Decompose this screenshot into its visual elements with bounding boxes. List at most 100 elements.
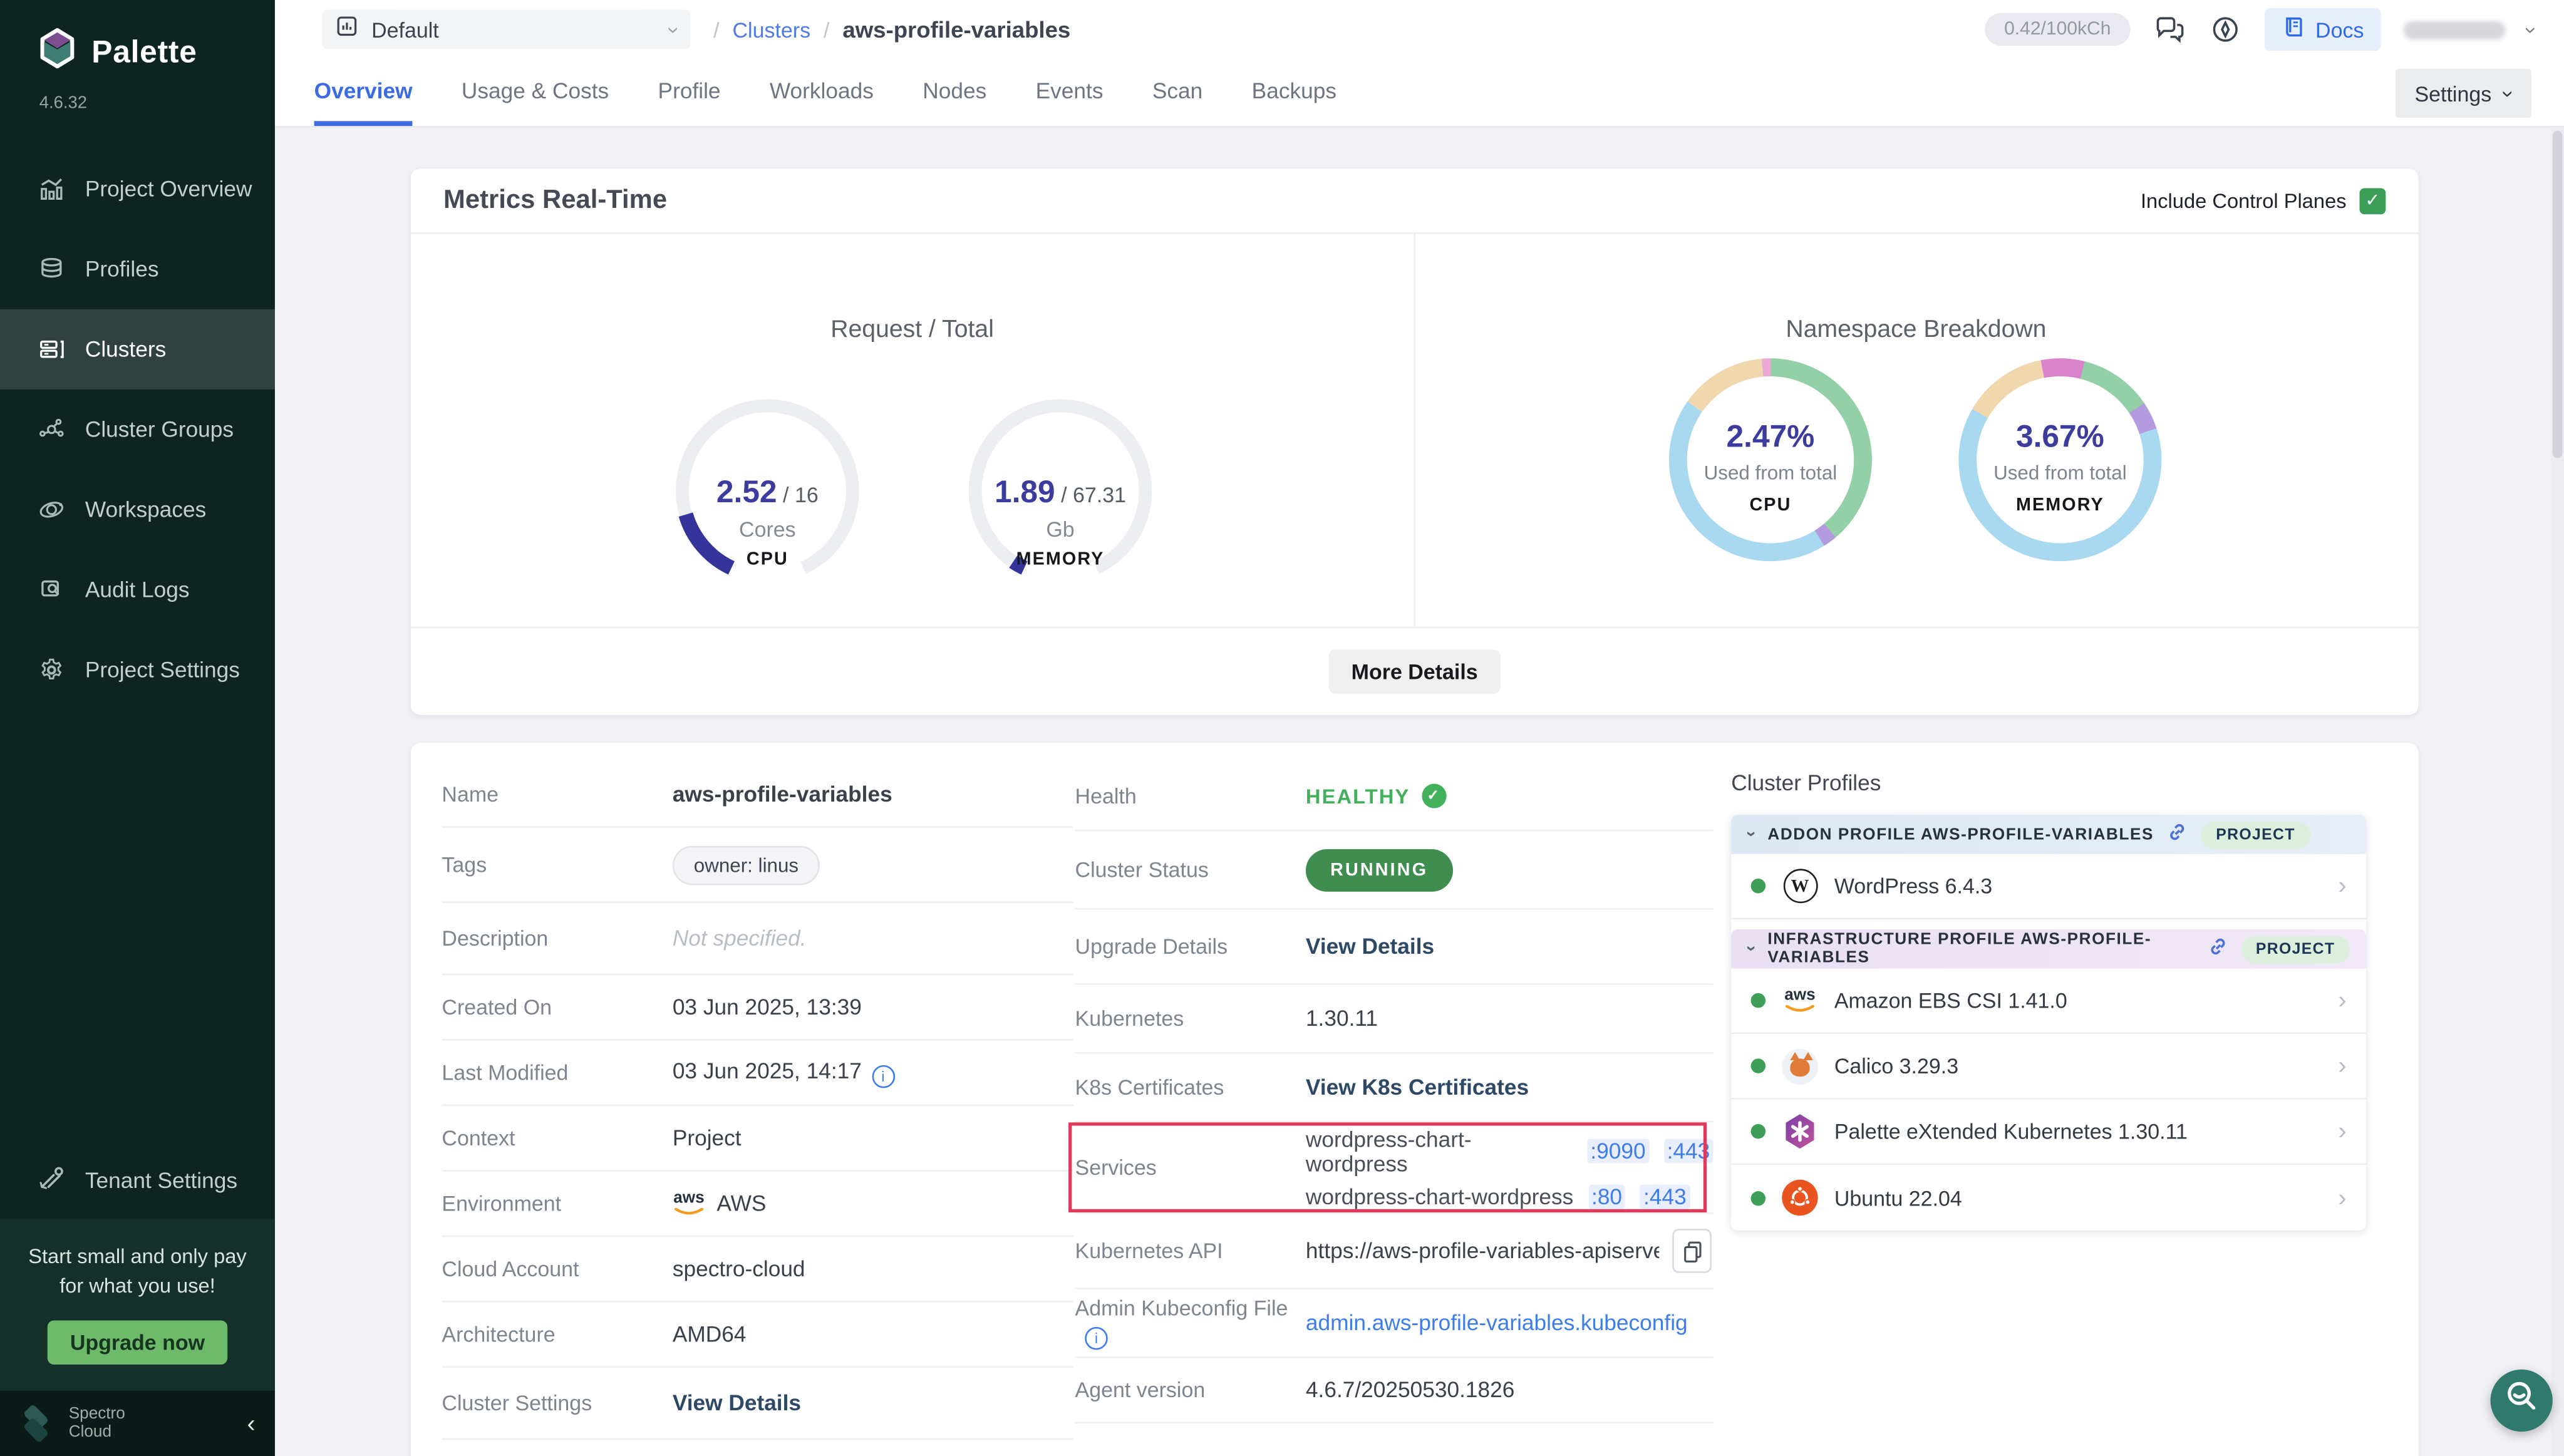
service-port-link[interactable]: :443: [1640, 1184, 1690, 1208]
detail-row-modified: Last Modified 03 Jun 2025, 14:17i: [442, 1041, 1073, 1107]
network-icon: [36, 415, 65, 444]
profile-pack-row-ebs-csi[interactable]: aws Amazon EBS CSI 1.41.0 ›: [1731, 969, 2366, 1035]
aws-icon: aws: [1782, 983, 1817, 1018]
tab-overview[interactable]: Overview: [314, 59, 413, 126]
environment-value: aws AWS: [673, 1191, 767, 1216]
copy-icon[interactable]: [1672, 1229, 1712, 1273]
services-list: wordpress-chart-wordpress :9090 :443 wor…: [1306, 1127, 1714, 1209]
detail-label: Description: [442, 926, 672, 951]
detail-row-architecture: Architecture AMD64: [442, 1303, 1073, 1368]
pack-name: Ubuntu 22.04: [1834, 1185, 1962, 1210]
detail-label: K8s Certificates: [1075, 1075, 1306, 1100]
profile-pack-row-pxk[interactable]: Palette eXtended Kubernetes 1.30.11 ›: [1731, 1100, 2366, 1165]
memory-gauge: 1.89 / 67.31 Gb MEMORY: [929, 386, 1191, 632]
detail-row-cloud-account: Cloud Account spectro-cloud: [442, 1237, 1073, 1303]
detail-row-agent: Agent version 4.6.7/20250530.1826: [1075, 1358, 1714, 1424]
metrics-header: Metrics Real-Time Include Control Planes…: [411, 168, 2419, 234]
audit-doc-icon: [36, 575, 65, 604]
settings-dropdown-button[interactable]: Settings ›: [2395, 69, 2531, 118]
user-menu-chevron-icon[interactable]: ›: [2519, 26, 2543, 33]
view-k8s-certificates-link[interactable]: View K8s Certificates: [1306, 1075, 1529, 1100]
infrastructure-profile-header-label: INFRASTRUCTURE PROFILE AWS-PROFILE-VARIA…: [1767, 931, 2193, 967]
info-icon[interactable]: i: [872, 1065, 895, 1088]
kubernetes-version-value: 1.30.11: [1306, 1006, 1378, 1031]
cluster-profiles-panel: Cluster Profiles › ADDON PROFILE AWS-PRO…: [1731, 771, 2366, 1231]
palette-logo-icon: [36, 26, 78, 80]
sidebar-item-project-overview[interactable]: Project Overview: [0, 149, 275, 229]
sidebar-item-project-settings[interactable]: Project Settings: [0, 630, 275, 710]
user-name-redacted[interactable]: [2403, 21, 2505, 39]
kubeconfig-download-link[interactable]: admin.aws-profile-variables.kubeconfig: [1306, 1311, 1688, 1335]
chevron-right-icon: ›: [2339, 872, 2347, 900]
last-modified-value: 03 Jun 2025, 14:17i: [673, 1058, 894, 1087]
upgrade-view-details-link[interactable]: View Details: [1306, 934, 1434, 959]
metrics-footer: More Details: [411, 627, 2419, 715]
help-search-fab-button[interactable]: [2491, 1370, 2553, 1432]
tools-icon: [36, 1164, 65, 1198]
addon-profile-header[interactable]: › ADDON PROFILE AWS-PROFILE-VARIABLES PR…: [1731, 815, 2366, 854]
feedback-chat-icon[interactable]: [2153, 13, 2186, 46]
more-details-button[interactable]: More Details: [1328, 649, 1501, 694]
cluster-details-card: Name aws-profile-variables Tags owner: l…: [411, 743, 2419, 1456]
include-control-planes-checkbox[interactable]: ✓: [2360, 187, 2386, 214]
promo-line2: for what you use!: [16, 1271, 259, 1301]
scrollbar-thumb[interactable]: [2553, 131, 2563, 458]
project-selector-value: Default: [371, 17, 439, 41]
detail-label: Cluster Status: [1075, 857, 1306, 882]
tab-nodes[interactable]: Nodes: [923, 59, 986, 126]
project-selector[interactable]: Default ›: [323, 10, 691, 49]
status-dot: [1751, 879, 1766, 894]
sidebar-collapse-button[interactable]: ‹: [247, 1410, 256, 1437]
breadcrumb-clusters-link[interactable]: Clusters: [733, 17, 811, 41]
sidebar-item-audit-logs[interactable]: Audit Logs: [0, 550, 275, 630]
profile-pack-row-calico[interactable]: Calico 3.29.3 ›: [1731, 1034, 2366, 1100]
upgrade-now-button[interactable]: Upgrade now: [47, 1320, 227, 1365]
chevron-right-icon: ›: [2339, 1117, 2347, 1145]
detail-row-upgrade: Upgrade Details View Details: [1075, 910, 1714, 985]
memory-donut-percent: 3.67%: [1958, 420, 2161, 456]
sidebar-item-profiles[interactable]: Profiles: [0, 229, 275, 309]
tab-scan[interactable]: Scan: [1152, 59, 1202, 126]
tab-profile[interactable]: Profile: [658, 59, 721, 126]
cluster-settings-view-details-link[interactable]: View Details: [673, 1391, 801, 1415]
link-icon: [2167, 822, 2188, 848]
tab-workloads[interactable]: Workloads: [770, 59, 874, 126]
sidebar-item-clusters[interactable]: Clusters: [0, 309, 275, 390]
detail-label: Name: [442, 782, 672, 807]
chevron-right-icon: ›: [2339, 1052, 2347, 1080]
gear-icon: [36, 655, 65, 684]
detail-row-status: Cluster Status RUNNING: [1075, 831, 1714, 909]
compass-icon[interactable]: [2209, 13, 2241, 46]
service-port-link[interactable]: :80: [1588, 1184, 1626, 1208]
sidebar-item-tenant-settings[interactable]: Tenant Settings: [0, 1144, 275, 1219]
profile-pack-row-wordpress[interactable]: W WordPress 6.4.3 ›: [1731, 854, 2366, 920]
sidebar-item-label: Project Settings: [85, 658, 240, 682]
detail-label: Tags: [442, 852, 672, 877]
status-dot: [1751, 1190, 1766, 1206]
sidebar: Palette 4.6.32 Project Overview Profiles: [0, 0, 275, 1456]
service-port-link[interactable]: :9090: [1587, 1138, 1649, 1163]
cpu-namespace-donut: 2.47% Used from total CPU: [1669, 358, 1872, 561]
sidebar-item-label: Project Overview: [85, 177, 252, 201]
project-badge: PROJECT: [2201, 820, 2310, 848]
tab-usage-costs[interactable]: Usage & Costs: [462, 59, 609, 126]
include-control-planes-label: Include Control Planes: [2141, 189, 2347, 212]
sidebar-item-workspaces[interactable]: Workspaces: [0, 470, 275, 550]
detail-row-tags: Tags owner: linus: [442, 828, 1073, 903]
sidebar-item-cluster-groups[interactable]: Cluster Groups: [0, 390, 275, 470]
upgrade-promo: Start small and only pay for what you us…: [0, 1219, 275, 1391]
profile-pack-row-ubuntu[interactable]: Ubuntu 22.04 ›: [1731, 1165, 2366, 1231]
tab-events[interactable]: Events: [1036, 59, 1104, 126]
cluster-tabs: Overview Usage & Costs Profile Workloads…: [275, 59, 2564, 128]
app-version: 4.6.32: [0, 86, 275, 129]
infrastructure-profile-header[interactable]: › INFRASTRUCTURE PROFILE AWS-PROFILE-VAR…: [1731, 929, 2366, 969]
service-port-link[interactable]: :443: [1663, 1138, 1713, 1163]
running-status-badge: RUNNING: [1306, 849, 1452, 891]
docs-button[interactable]: Docs: [2265, 8, 2380, 51]
status-dot: [1751, 1058, 1766, 1073]
memory-gauge-label: MEMORY: [929, 550, 1191, 569]
tab-backups[interactable]: Backups: [1252, 59, 1336, 126]
vertical-scrollbar[interactable]: [2551, 128, 2564, 1456]
info-icon[interactable]: i: [1085, 1327, 1108, 1350]
status-dot: [1751, 1124, 1766, 1139]
